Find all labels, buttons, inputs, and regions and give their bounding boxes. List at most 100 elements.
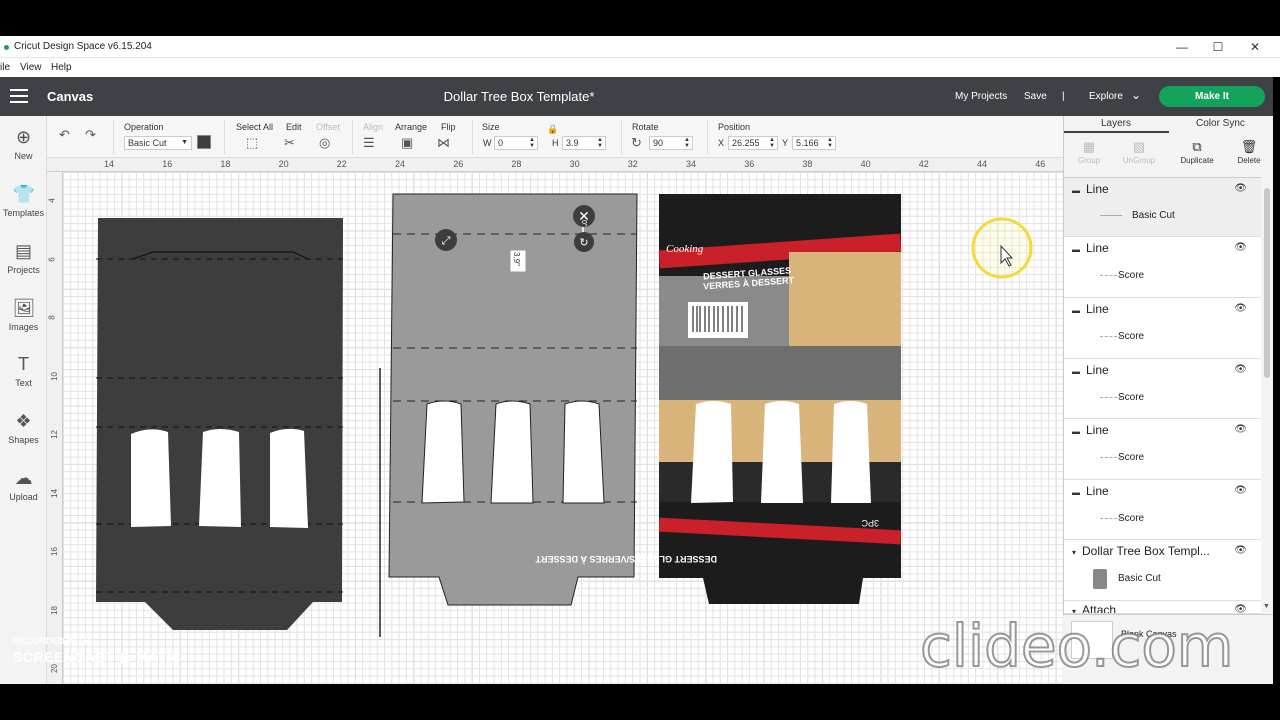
ruler-tick-label: 44: [977, 159, 988, 169]
box-bottom-text: DESSERT GLASSES/VERRES À DESSERT: [535, 554, 717, 564]
explore-menu[interactable]: Explore: [1089, 91, 1123, 102]
design-canvas[interactable]: ✕ ↻ ⤢ Cooking DESSERT GLASSES VERRES À D…: [63, 172, 1063, 684]
layer-item[interactable]: ▬ Line 👁 Score: [1064, 298, 1261, 359]
text-tool[interactable]: T Text: [0, 345, 47, 401]
layer-title: Line: [1086, 302, 1109, 316]
ungroup-button[interactable]: ▧ UnGroup: [1114, 138, 1164, 165]
y-label: Y: [782, 138, 789, 148]
box-count-text: 3PC: [861, 518, 879, 528]
upload-tool[interactable]: ☁ Upload: [0, 459, 47, 515]
layer-item[interactable]: ▬ Line 👁 Score: [1064, 480, 1261, 540]
flip-icon[interactable]: ⋈: [437, 135, 450, 151]
ruler-tick-label: 8: [47, 315, 57, 320]
save-button[interactable]: Save: [1024, 91, 1047, 102]
offset-icon[interactable]: ◎: [319, 135, 330, 151]
color-swatch[interactable]: [197, 135, 211, 149]
undo-icon[interactable]: ↶: [59, 127, 70, 143]
tab-layers[interactable]: Layers: [1101, 118, 1131, 129]
redo-icon[interactable]: ↷: [85, 127, 96, 143]
arrange-label: Arrange: [395, 122, 428, 132]
ruler-tick-label: 28: [511, 159, 522, 169]
close-window-button[interactable]: ✕: [1237, 38, 1273, 56]
width-input[interactable]: 0 ▲ ▼: [494, 136, 538, 150]
menu-file[interactable]: ile: [0, 62, 10, 73]
my-projects-link[interactable]: My Projects: [955, 91, 1007, 102]
rotate-label: Rotate: [632, 122, 659, 132]
eye-icon[interactable]: 👁: [1234, 364, 1247, 375]
tool-label: New: [14, 151, 33, 161]
width-label: W: [483, 138, 492, 148]
new-tool[interactable]: ⊕ New: [0, 118, 47, 174]
minimize-button[interactable]: —: [1164, 38, 1200, 56]
chevron-down-icon[interactable]: ⌄: [1131, 88, 1141, 102]
ruler-tick-label: 16: [162, 159, 173, 169]
arrange-icon[interactable]: ▣: [401, 135, 413, 151]
eye-icon[interactable]: 👁: [1234, 485, 1247, 496]
group-button[interactable]: ▦ Group: [1064, 138, 1114, 165]
layer-item[interactable]: ▾ Dollar Tree Box Templ... 👁 Basic Cut: [1064, 540, 1261, 601]
ruler-tick-label: 18: [220, 159, 231, 169]
ungroup-label: UnGroup: [1122, 156, 1156, 165]
delete-button[interactable]: 🗑 Delete: [1224, 138, 1274, 165]
maximize-button[interactable]: ☐: [1200, 38, 1236, 56]
projects-tool[interactable]: ▤ Projects: [0, 232, 47, 288]
eye-icon[interactable]: 👁: [1234, 424, 1247, 435]
scissors-icon[interactable]: ✂: [284, 135, 295, 151]
scroll-down-icon[interactable]: ▼: [1263, 603, 1270, 610]
y-position-input[interactable]: 5.166 ▲ ▼: [792, 136, 836, 150]
layer-title: Dollar Tree Box Templ...: [1082, 544, 1210, 558]
layer-title: Line: [1086, 241, 1109, 255]
ruler-tick-label: 12: [49, 430, 59, 439]
layer-item[interactable]: ▬ Line 👁 Score: [1064, 359, 1261, 419]
header-separator: |: [1062, 91, 1065, 102]
layer-title: Line: [1086, 423, 1109, 437]
layers-scrollbar[interactable]: [1263, 178, 1271, 602]
eye-icon[interactable]: 👁: [1234, 242, 1247, 253]
group-label: Group: [1077, 156, 1101, 165]
layers-panel: Layers Color Sync ▦ Group ▧ UnGroup ⧉ Dupli…: [1063, 116, 1273, 684]
eye-icon[interactable]: 👁: [1234, 545, 1247, 556]
plus-circle-icon: ⊕: [15, 127, 32, 147]
operation-select[interactable]: Basic Cut ▼: [124, 136, 192, 150]
shapes-icon: ❖: [15, 411, 32, 431]
select-all-icon[interactable]: ⬚: [246, 135, 258, 151]
tool-label: Projects: [7, 265, 40, 275]
tool-label: Images: [8, 322, 39, 332]
rotate-icon[interactable]: ↻: [631, 135, 642, 151]
duplicate-label: Duplicate: [1180, 156, 1214, 165]
shapes-tool[interactable]: ❖ Shapes: [0, 402, 47, 458]
templates-tool[interactable]: 👕 Templates: [0, 175, 47, 231]
layer-title: Line: [1086, 484, 1109, 498]
tool-label: Templates: [2, 208, 45, 218]
left-toolbar: ⊕ New 👕 Templates ▤ Projects 🖼 Images T …: [0, 116, 47, 684]
rotate-input[interactable]: 90 ▲ ▼: [649, 136, 693, 150]
lock-icon[interactable]: 🔒: [547, 124, 558, 135]
ruler-tick-label: 18: [49, 605, 59, 615]
layer-item[interactable]: ▬ Line 👁 Score: [1064, 419, 1261, 480]
ruler-tick-label: 34: [686, 159, 697, 169]
make-it-button[interactable]: Make It: [1159, 86, 1265, 107]
align-icon[interactable]: ☰: [363, 135, 375, 151]
upload-icon: ☁: [14, 468, 33, 488]
ruler-tick-label: 42: [918, 159, 929, 169]
images-tool[interactable]: 🖼 Images: [0, 289, 47, 345]
operation-label: Operation: [124, 122, 164, 132]
height-input[interactable]: 3.9 ▲ ▼: [562, 136, 606, 150]
layer-title: Line: [1086, 363, 1109, 377]
ruler-tick-label: 26: [453, 159, 464, 169]
layer-operation: Basic Cut: [1132, 210, 1175, 221]
eye-icon[interactable]: 👁: [1234, 604, 1247, 613]
recorded-with-text: RECORDED WITH: [13, 636, 90, 646]
menu-help[interactable]: Help: [51, 62, 72, 73]
app-logo-icon: [4, 45, 9, 50]
x-position-input[interactable]: 26.255 ▲ ▼: [728, 136, 778, 150]
document-title: Dollar Tree Box Template*: [443, 89, 595, 104]
menu-view[interactable]: View: [20, 62, 42, 73]
layer-item[interactable]: ▬ Line 👁 Basic Cut: [1064, 178, 1261, 237]
tab-color-sync[interactable]: Color Sync: [1196, 118, 1245, 129]
eye-icon[interactable]: 👁: [1234, 183, 1247, 194]
eye-icon[interactable]: 👁: [1234, 303, 1247, 314]
ruler-tick-label: 40: [860, 159, 871, 169]
duplicate-button[interactable]: ⧉ Duplicate: [1172, 138, 1222, 165]
layer-item[interactable]: ▬ Line 👁 Score: [1064, 237, 1261, 298]
